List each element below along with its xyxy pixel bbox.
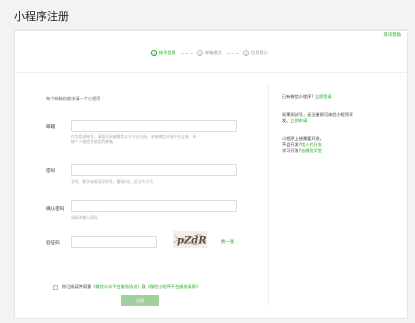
password-label: 密码 xyxy=(46,169,56,174)
apply-link[interactable]: 立即申请 xyxy=(290,118,307,123)
sidebar-test-account: 如果测试号，无注册即可体验小程序开 发。立即申请 xyxy=(282,112,353,124)
email-help: 作为登录帐号，请填写未被微信公众平台注册，未被微信开放平台注册，未 被个人微信号… xyxy=(71,134,196,144)
step-label: 邮箱激活 xyxy=(205,50,222,55)
step-info-register: 3 信息登记 xyxy=(243,50,268,56)
card-top-border xyxy=(15,30,407,31)
confirm-password-field[interactable] xyxy=(71,200,237,212)
confirm-password-label: 确认密码 xyxy=(46,207,65,212)
captcha-text: pZdR xyxy=(177,236,207,247)
registration-card: 资讯帮助 1 帐号信息 2 邮箱激活 3 信息登记 每个邮箱仅能申请一个小程序 … xyxy=(14,29,408,319)
captcha-noise: pZdR xyxy=(173,234,207,247)
find-dev-link[interactable]: 找人代开发 xyxy=(301,142,322,147)
captcha-field[interactable] xyxy=(71,236,157,248)
email-help-line: 被个人微信号绑定的邮箱 xyxy=(71,139,113,145)
platform-terms-link[interactable]: 《微信小程序平台服务条款》 xyxy=(146,284,200,290)
agreement-row: 你已阅读并同意 《微信公众平台服务协议》 及 《微信小程序平台服务条款》 xyxy=(53,284,200,290)
email-label: 邮箱 xyxy=(46,125,56,130)
refresh-captcha-link[interactable]: 换一张 xyxy=(221,239,234,245)
password-help: 字母、数字或者英文符号，最短8位，区分大小写 xyxy=(71,179,154,184)
sidebar-dev: 小程序上线需要开发。 不会开发?找人代开发 学习开发?去微信学堂 xyxy=(282,136,324,154)
agree-checkbox[interactable] xyxy=(53,284,58,290)
help-link[interactable]: 资讯帮助 xyxy=(383,32,401,38)
step-number: 1 xyxy=(151,50,157,56)
header-divider xyxy=(15,72,407,73)
sidebar-login: 已有微信小程序? 立即登录 xyxy=(282,94,332,100)
step-email-activation: 2 邮箱激活 xyxy=(197,50,222,56)
step-label: 帐号信息 xyxy=(159,50,176,55)
step-connector xyxy=(181,53,193,55)
register-button[interactable]: 注册 xyxy=(121,295,159,306)
sidebar-text: 不会开发? xyxy=(282,142,301,147)
password-field[interactable] xyxy=(71,164,237,176)
wechat-academy-link[interactable]: 去微信学堂 xyxy=(301,148,322,153)
form-intro: 每个邮箱仅能申请一个小程序 xyxy=(46,96,101,101)
login-link[interactable]: 立即登录 xyxy=(315,94,332,99)
agree-prefix: 你已阅读并同意 xyxy=(62,284,92,289)
step-label: 信息登记 xyxy=(251,50,268,55)
step-number: 2 xyxy=(197,50,203,56)
service-agreement-link[interactable]: 《微信公众平台服务协议》 xyxy=(91,284,141,290)
captcha-label: 验证码 xyxy=(46,241,60,246)
vertical-divider xyxy=(268,85,269,305)
page-title: 小程序注册 xyxy=(14,10,69,23)
step-number: 3 xyxy=(243,50,249,56)
email-field[interactable] xyxy=(71,120,237,132)
step-connector xyxy=(227,53,239,55)
confirm-password-help: 请再次输入密码 xyxy=(71,215,98,220)
captcha-image[interactable]: pZdR xyxy=(173,231,207,248)
sidebar-question: 已有微信小程序? xyxy=(282,94,314,99)
sidebar-text: 学习开发? xyxy=(282,148,301,153)
step-account-info: 1 帐号信息 xyxy=(151,50,176,56)
step-indicator: 1 帐号信息 2 邮箱激活 3 信息登记 xyxy=(151,48,311,58)
